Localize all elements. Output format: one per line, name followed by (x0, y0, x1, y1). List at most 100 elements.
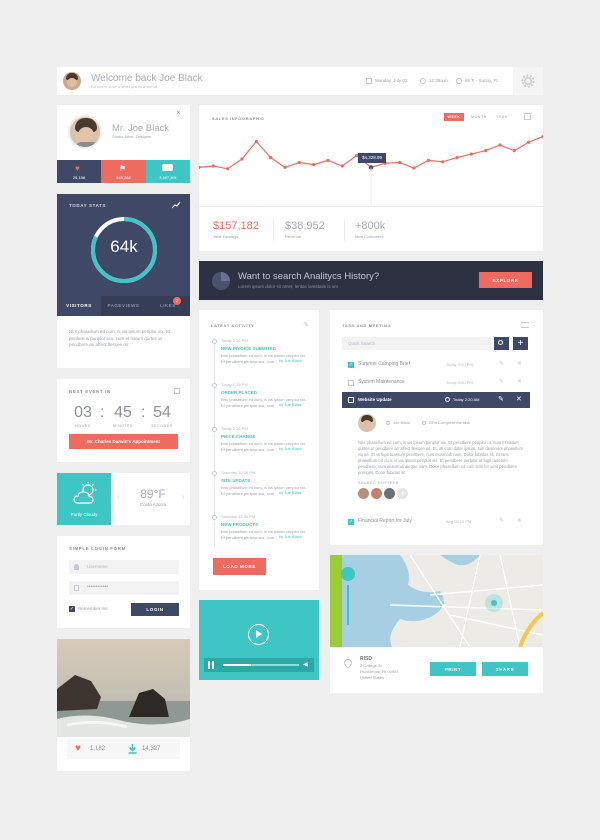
sales-data-point[interactable] (469, 152, 473, 156)
weather-next-icon[interactable]: › (182, 492, 185, 501)
invitee-avatar[interactable] (371, 488, 382, 499)
timeline-dot (212, 339, 217, 344)
close-icon[interactable]: ✕ (516, 395, 522, 403)
activity-item-title[interactable]: Site Update (221, 478, 250, 483)
invitee-avatar[interactable] (358, 488, 369, 499)
task-name: Financial Report for July (358, 518, 412, 524)
task-row[interactable]: ✓ Summer Camping Brief Today 3:00 PM ✎ ✕ (342, 358, 530, 372)
edit-icon[interactable]: ✎ (499, 517, 504, 524)
tab-pageviews[interactable]: Pageviews (101, 296, 146, 316)
close-icon[interactable]: × (176, 108, 181, 117)
quick-search-input[interactable]: Quick Search (342, 337, 492, 350)
metric-divider-2 (344, 219, 345, 241)
pin-icon[interactable]: ✎ (303, 321, 309, 329)
sales-data-point[interactable] (441, 160, 445, 164)
profile-stat-likes[interactable]: ♥ 25,188 (57, 160, 101, 183)
edit-icon[interactable]: ✎ (498, 395, 504, 403)
share-button[interactable]: Share (482, 662, 528, 676)
activity-time: Saturday 12:30 PM (221, 470, 256, 475)
task-checkbox[interactable]: ✓ (348, 519, 354, 525)
activity-author[interactable]: by Joe Black (279, 534, 302, 539)
sales-data-point[interactable] (199, 165, 201, 169)
map-pan-control[interactable] (341, 567, 355, 581)
map-zoom-slider[interactable] (347, 585, 349, 625)
task-checkbox[interactable] (348, 380, 354, 386)
sales-data-point[interactable] (398, 160, 402, 165)
sales-data-point[interactable] (527, 140, 531, 144)
delete-icon[interactable]: ✕ (517, 360, 522, 367)
pause-icon[interactable] (208, 661, 214, 669)
sales-data-point[interactable] (226, 167, 230, 171)
task-row-active[interactable]: Website Update Today 2:20 AM ✎ ✕ (342, 392, 530, 408)
gear-icon[interactable] (521, 74, 535, 88)
activity-item-title[interactable]: Order Placed (221, 390, 257, 395)
activity-author[interactable]: by Joe Black (279, 358, 302, 363)
list-icon[interactable] (521, 322, 529, 328)
sales-data-point[interactable] (340, 164, 344, 168)
sales-data-point[interactable] (240, 157, 244, 161)
print-button[interactable]: Print (430, 662, 476, 676)
sales-data-point[interactable] (283, 165, 287, 169)
map-pin-icon (342, 657, 354, 669)
weather-prev-icon[interactable]: ‹ (117, 492, 120, 501)
login-button[interactable]: Login (131, 603, 179, 616)
sales-data-point[interactable] (269, 156, 273, 160)
sales-data-point[interactable] (312, 163, 316, 167)
add-task-button[interactable]: + (513, 337, 528, 350)
delete-icon[interactable]: ✕ (517, 378, 522, 385)
tab-year[interactable]: Year (492, 113, 512, 121)
event-button[interactable]: Mr. Charles Darwin's Appointment (69, 434, 178, 449)
activity-item-title[interactable]: Price Change (221, 434, 256, 439)
add-invitee-button[interactable]: + (397, 488, 408, 499)
search-button[interactable] (494, 337, 509, 350)
sales-data-point[interactable] (326, 158, 330, 162)
task-checkbox[interactable] (348, 397, 354, 403)
header-weather: 86°F - Sunny, FL (465, 78, 499, 83)
sales-data-point[interactable] (297, 160, 301, 165)
profile-avatar (68, 115, 102, 149)
download-icon[interactable] (128, 744, 137, 754)
lock-icon (74, 585, 79, 591)
username-field[interactable]: Username (69, 560, 179, 574)
explore-button[interactable]: Explore (479, 272, 532, 288)
header-avatar[interactable] (63, 72, 81, 90)
activity-item-title[interactable]: New Invoice Submited (221, 346, 276, 351)
expand-icon[interactable] (524, 113, 531, 120)
edit-icon[interactable]: ✎ (499, 378, 504, 385)
shared-invitees-label: Shared Invitees (358, 481, 399, 485)
edit-icon[interactable]: ✎ (499, 360, 504, 367)
task-row[interactable]: System Maintenance Today 4:00 PM ✎ ✕ (342, 376, 530, 390)
task-checkbox[interactable]: ✓ (348, 362, 354, 368)
trend-icon[interactable] (171, 201, 181, 209)
tab-week[interactable]: Week (444, 113, 464, 121)
tab-month[interactable]: Month (469, 113, 489, 121)
activity-author[interactable]: by Joe Black (279, 446, 302, 451)
invitee-avatar[interactable] (384, 488, 395, 499)
task-row[interactable]: ✓ Financial Report for July Aug 05 12 PM… (342, 515, 530, 529)
tab-likes[interactable]: Likes (146, 296, 190, 316)
password-field[interactable]: •••••••••••• (69, 581, 179, 595)
heart-icon[interactable]: ♥ (75, 743, 81, 754)
activity-item-title[interactable]: New Products (221, 522, 258, 527)
task-date: Today 3:00 PM (446, 362, 473, 367)
sales-data-point[interactable] (484, 149, 488, 153)
delete-icon[interactable]: ✕ (517, 517, 522, 524)
sales-data-point[interactable] (426, 158, 430, 162)
sales-data-point[interactable] (412, 166, 416, 170)
sales-data-point[interactable] (211, 164, 215, 168)
profile-stat-flags[interactable]: ⚑ 545,288 (101, 160, 146, 183)
load-more-button[interactable]: Load More (213, 558, 266, 575)
sales-data-point[interactable] (512, 149, 516, 153)
activity-author[interactable]: by Joe Black (279, 402, 302, 407)
sales-data-point[interactable] (455, 156, 459, 160)
remember-checkbox[interactable]: ✓ (69, 606, 75, 612)
sales-data-point[interactable] (254, 139, 258, 144)
play-button[interactable] (248, 624, 269, 645)
activity-author[interactable]: by Joe Black (279, 490, 302, 495)
map-view[interactable] (330, 555, 543, 647)
sales-data-point[interactable] (498, 143, 502, 147)
volume-icon[interactable]: ◀ (303, 661, 308, 668)
tab-visitors[interactable]: Visitors (57, 296, 101, 316)
profile-stat-messages[interactable]: 3,487,301 (146, 160, 190, 183)
calendar-add-icon[interactable] (174, 388, 180, 394)
